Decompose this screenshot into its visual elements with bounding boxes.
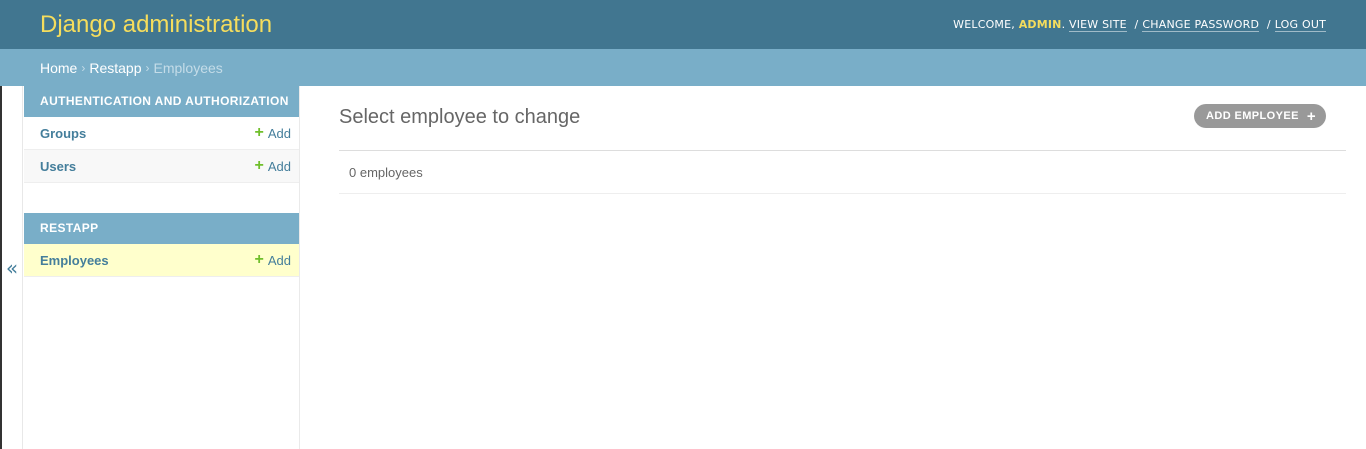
result-list: 0 employees (339, 150, 1346, 194)
model-row-employees: Employees + Add (24, 244, 299, 277)
plus-icon: + (254, 251, 264, 268)
plus-icon: + (254, 124, 264, 141)
breadcrumb-home[interactable]: Home (40, 60, 77, 76)
add-label: Add (267, 125, 291, 141)
add-groups-link[interactable]: + Add (255, 125, 291, 141)
model-row-groups: Groups + Add (24, 117, 299, 150)
app-module-restapp: Restapp Employees + Add (24, 213, 299, 277)
change-password-link[interactable]: Change password (1142, 18, 1260, 32)
chevron-double-left-icon: « (5, 255, 19, 280)
module-caption-link[interactable]: Restapp (40, 221, 99, 235)
breadcrumb-current: Employees (153, 59, 223, 76)
model-link-users[interactable]: Users (40, 159, 76, 174)
add-employee-button[interactable]: Add employee + (1194, 104, 1326, 128)
toggle-nav-sidebar[interactable]: « (0, 86, 23, 449)
separator: / (1134, 18, 1139, 31)
add-label: Add (267, 158, 291, 174)
welcome-text: Welcome, (953, 18, 1015, 31)
model-link-employees[interactable]: Employees (40, 253, 109, 268)
nav-sidebar: Authentication and Authorization Groups … (24, 86, 300, 449)
model-row-users: Users + Add (24, 150, 299, 183)
result-count: 0 employees (349, 164, 423, 180)
breadcrumb-separator: › (145, 60, 150, 75)
site-branding[interactable]: Django administration (40, 11, 272, 39)
separator: / (1266, 18, 1271, 31)
add-employee-label: Add employee (1206, 110, 1299, 122)
page-title: Select employee to change (339, 106, 581, 128)
breadcrumb-app[interactable]: Restapp (89, 60, 141, 76)
breadcrumb-separator: › (81, 60, 86, 75)
user-tools: Welcome, admin. View site / Change passwo… (953, 18, 1326, 32)
add-users-link[interactable]: + Add (255, 158, 291, 174)
username: admin (1018, 18, 1062, 31)
module-caption: Restapp (24, 213, 299, 244)
app-module-auth: Authentication and Authorization Groups … (24, 86, 299, 183)
module-caption-link[interactable]: Authentication and Authorization (40, 94, 289, 108)
plus-icon: + (1306, 107, 1316, 125)
plus-icon: + (254, 157, 264, 174)
add-employees-link[interactable]: + Add (255, 252, 291, 268)
model-link-groups[interactable]: Groups (40, 126, 86, 141)
log-out-link[interactable]: Log out (1274, 18, 1326, 32)
view-site-link[interactable]: View site (1068, 18, 1127, 32)
main-content: Select employee to change Add employee +… (339, 86, 1346, 449)
module-caption: Authentication and Authorization (24, 86, 299, 117)
breadcrumb: Home › Restapp › Employees (0, 49, 1366, 86)
add-label: Add (267, 252, 291, 268)
header: Django administration Welcome, admin. Vi… (0, 0, 1366, 49)
